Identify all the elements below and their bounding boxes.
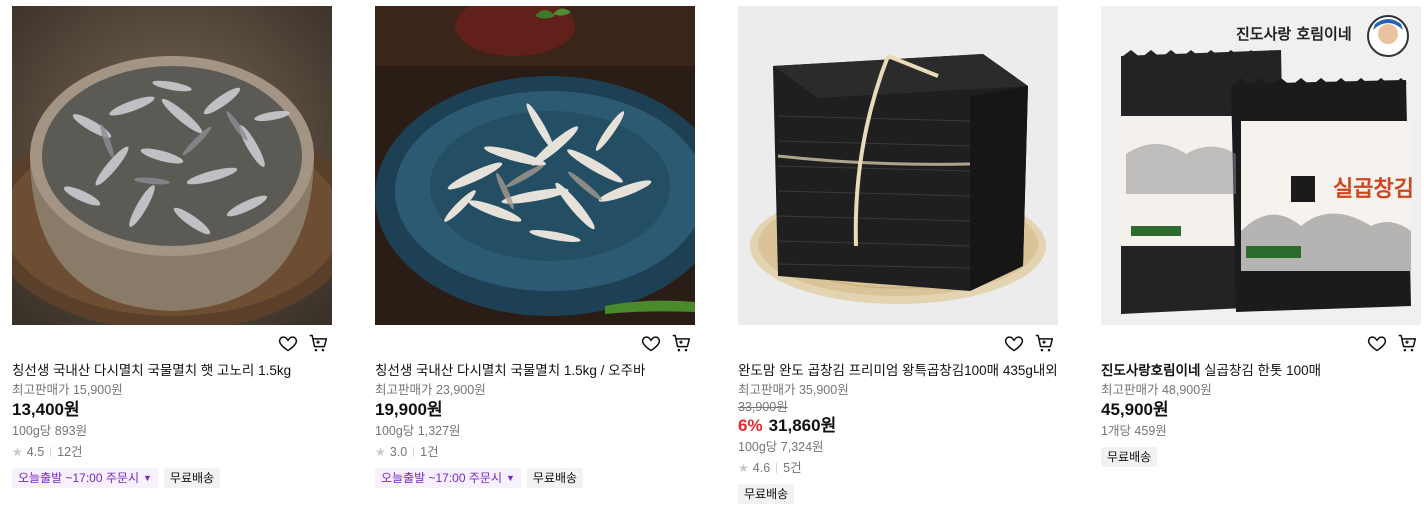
unit-price: 100g당 7,324원 xyxy=(738,440,824,454)
star-icon: ★ xyxy=(375,445,386,459)
review-count[interactable]: 1건 xyxy=(420,442,438,462)
free-shipping-badge: 무료배송 xyxy=(738,484,795,504)
product-actions xyxy=(12,325,332,361)
free-shipping-badge: 무료배송 xyxy=(1101,447,1158,467)
badges: 무료배송 xyxy=(1101,447,1421,467)
rating-score: 4.5 xyxy=(26,445,45,459)
original-price: 최고판매가 35,900원 xyxy=(738,383,849,397)
heart-icon[interactable] xyxy=(277,332,299,354)
divider xyxy=(413,447,415,457)
original-price: 최고판매가 15,900원 xyxy=(12,383,123,397)
product-brand: 진도사랑호림이네 xyxy=(1101,363,1201,378)
sale-price: 45,900원 xyxy=(1101,400,1169,419)
original-price: 최고판매가 48,900원 xyxy=(1101,383,1212,397)
free-shipping-badge: 무료배송 xyxy=(163,468,221,488)
heart-icon[interactable] xyxy=(1003,332,1025,354)
today-shipping-badge[interactable]: 오늘출발 ~17:00 주문시 ▼ xyxy=(12,468,158,488)
product-title[interactable]: 진도사랑호림이네 실곱창김 한톳 100매 xyxy=(1101,361,1421,380)
product-card[interactable]: 칭선생 국내산 다시멸치 국물멸치 햇 고노리 1.5kg 최고판매가 15,9… xyxy=(12,6,332,488)
price-row: 19,900원 xyxy=(375,399,695,421)
product-card[interactable]: 진도사랑 호림이네 실곱창김 진도사랑호림이네 실곱창김 한톳 100매 최고판… xyxy=(1101,6,1421,467)
price-row: 45,900원 xyxy=(1101,399,1421,421)
product-grid: 칭선생 국내산 다시멸치 국물멸치 햇 고노리 1.5kg 최고판매가 15,9… xyxy=(0,0,1424,514)
badges: 오늘출발 ~17:00 주문시 ▼ 무료배송 xyxy=(12,468,332,488)
review-count[interactable]: 5건 xyxy=(783,458,801,478)
unit-price: 100g당 1,327원 xyxy=(375,424,461,438)
product-image-seaweed-stack[interactable] xyxy=(738,6,1058,325)
divider xyxy=(50,447,52,457)
badges: 무료배송 xyxy=(738,484,1058,504)
star-icon: ★ xyxy=(738,461,749,475)
rating: ★ 4.5 12건 xyxy=(12,442,332,462)
product-actions xyxy=(738,325,1058,361)
unit-price: 100g당 893원 xyxy=(12,424,88,438)
product-title[interactable]: 완도맘 완도 곱창김 프리미엄 왕특곱창김100매 435g내외 xyxy=(738,361,1058,380)
product-title[interactable]: 칭선생 국내산 다시멸치 국물멸치 햇 고노리 1.5kg xyxy=(12,361,332,380)
cart-icon[interactable] xyxy=(1033,332,1055,354)
star-icon: ★ xyxy=(12,445,23,459)
product-card[interactable]: 완도맘 완도 곱창김 프리미엄 왕특곱창김100매 435g내외 최고판매가 3… xyxy=(738,6,1058,504)
free-shipping-badge: 무료배송 xyxy=(526,468,584,488)
discount-rate: 6% xyxy=(738,416,763,435)
price-row: 6% 31,860원 xyxy=(738,415,1058,437)
sale-price: 19,900원 xyxy=(375,400,443,419)
rating-score: 4.6 xyxy=(752,461,771,475)
divider xyxy=(776,463,778,473)
cart-icon[interactable] xyxy=(1396,332,1418,354)
review-count[interactable]: 12건 xyxy=(57,442,82,462)
package-label: 실곱창김 xyxy=(1333,177,1414,202)
original-price: 최고판매가 23,900원 xyxy=(375,383,486,397)
sale-price: 13,400원 xyxy=(12,400,80,419)
product-image-seaweed-packs[interactable]: 진도사랑 호림이네 실곱창김 xyxy=(1101,6,1421,325)
today-shipping-badge[interactable]: 오늘출발 ~17:00 주문시 ▼ xyxy=(375,468,521,488)
product-actions xyxy=(375,325,695,361)
product-image-anchovy-plate[interactable] xyxy=(375,6,695,325)
strikethrough-price: 33,900원 xyxy=(738,400,788,414)
rating-score: 3.0 xyxy=(389,445,408,459)
heart-icon[interactable] xyxy=(640,332,662,354)
product-image-anchovy-bowl[interactable] xyxy=(12,6,332,325)
caret-down-icon: ▼ xyxy=(143,473,152,483)
heart-icon[interactable] xyxy=(1366,332,1388,354)
rating: ★ 4.6 5건 xyxy=(738,458,1058,478)
unit-price: 1개당 459원 xyxy=(1101,424,1167,438)
badges: 오늘출발 ~17:00 주문시 ▼ 무료배송 xyxy=(375,468,695,488)
price-row: 13,400원 xyxy=(12,399,332,421)
cart-icon[interactable] xyxy=(670,332,692,354)
product-title[interactable]: 칭선생 국내산 다시멸치 국물멸치 1.5kg / 오주바 xyxy=(375,361,695,380)
seller-logo-text: 진도사랑 호림이네 xyxy=(1236,25,1352,43)
product-card[interactable]: 칭선생 국내산 다시멸치 국물멸치 1.5kg / 오주바 최고판매가 23,9… xyxy=(375,6,695,488)
cart-icon[interactable] xyxy=(307,332,329,354)
caret-down-icon: ▼ xyxy=(506,473,515,483)
rating: ★ 3.0 1건 xyxy=(375,442,695,462)
sale-price: 31,860원 xyxy=(768,416,837,435)
product-actions xyxy=(1101,325,1421,361)
